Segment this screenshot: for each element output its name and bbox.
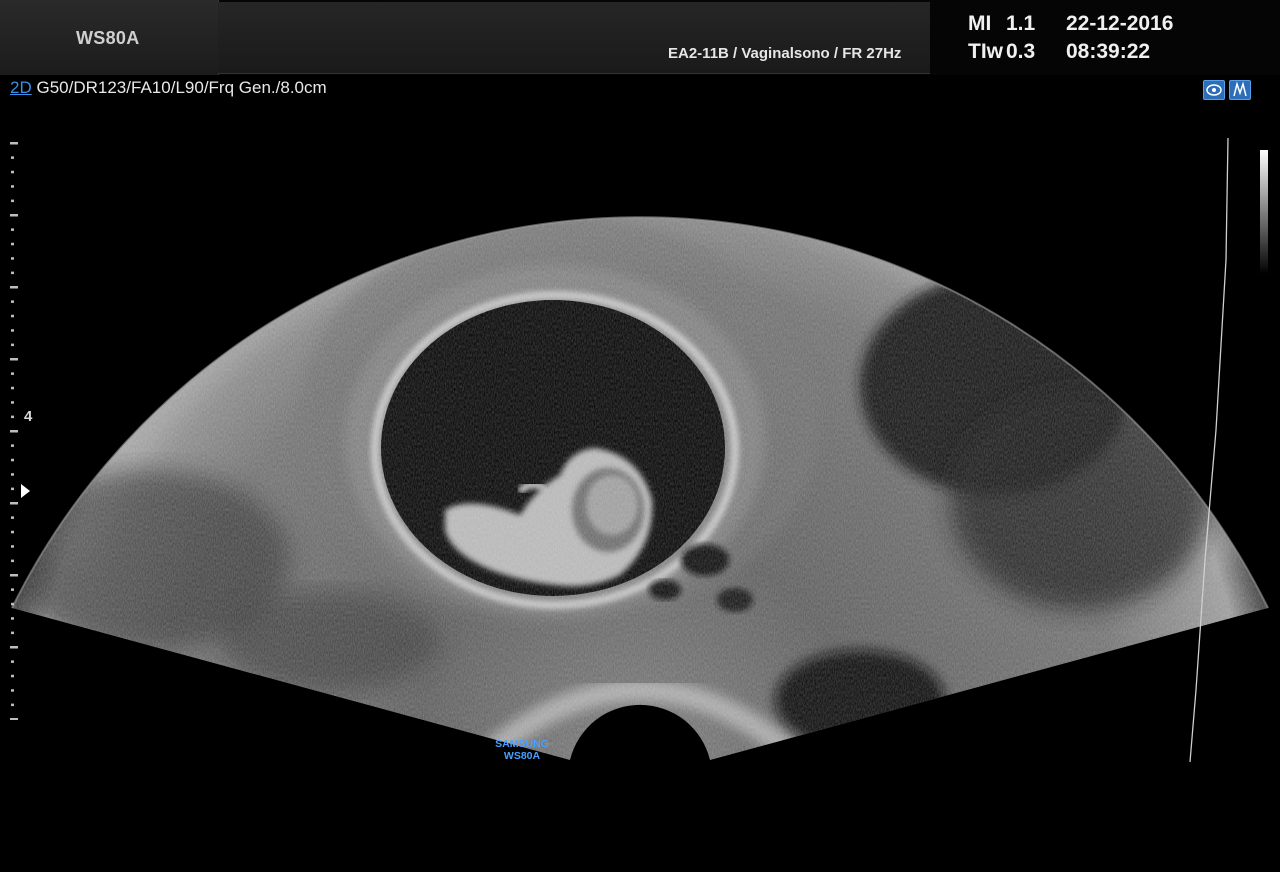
param-depth: 8.0cm: [280, 78, 327, 97]
mode-2d-link[interactable]: 2D: [10, 78, 32, 97]
gray-scale-bar: [1260, 150, 1268, 274]
tl-value: 0.3: [1006, 40, 1036, 63]
depth-tick: [11, 545, 14, 548]
brand-line-2: WS80A: [503, 750, 541, 762]
param-frequency: Frq Gen.: [208, 78, 276, 97]
brand-label: SAMSUNG WS80A: [486, 738, 558, 762]
depth-tick: [11, 401, 14, 404]
depth-tick: [11, 343, 14, 347]
depth-tick: [11, 170, 14, 174]
depth-tick: [11, 473, 14, 476]
depth-tick: [11, 386, 14, 390]
depth-tick: [11, 199, 14, 203]
mi-label: MI: [968, 12, 992, 35]
depth-tick: [11, 602, 14, 606]
depth-tick: [11, 185, 14, 188]
imaging-parameters: 2D G50/DR123/FA10/L90/Frq Gen./8.0cm: [10, 78, 327, 97]
depth-tick: [11, 516, 14, 519]
depth-scale: [10, 142, 18, 720]
depth-tick: [10, 214, 18, 217]
logo-panel: WS80A: [0, 0, 219, 75]
depth-tick: [11, 257, 14, 260]
param-frame-avg: FA10: [131, 78, 171, 97]
depth-tick: [11, 458, 14, 462]
body-marker-icon[interactable]: [1229, 80, 1251, 100]
depth-tick: [11, 631, 14, 635]
depth-tick: [11, 415, 14, 419]
depth-tick: [11, 372, 14, 375]
exam-time: 08:39:22: [1066, 40, 1151, 63]
depth-tick: [11, 703, 14, 707]
depth-tick: [10, 502, 18, 505]
probe-info: EA2-11B / Vaginalsono / FR 27Hz: [668, 45, 902, 62]
depth-tick: [11, 588, 14, 591]
depth-tick: [11, 228, 14, 231]
depth-label: 4: [24, 408, 33, 425]
probe-view-icon[interactable]: [1203, 80, 1225, 100]
depth-tick: [11, 660, 14, 663]
depth-tick: [11, 444, 14, 447]
depth-tick: [11, 674, 14, 678]
depth-tick: [11, 271, 14, 275]
depth-tick: [10, 358, 18, 361]
mi-value: 1.1: [1006, 12, 1036, 35]
depth-tick: [10, 286, 18, 289]
param-dynamic-range: DR123: [73, 78, 127, 97]
depth-tick: [11, 156, 14, 159]
header-bar: WS80A EA2-11B / Vaginalsono / FR 27Hz MI…: [0, 0, 1280, 75]
device-logo: WS80A: [76, 28, 140, 48]
depth-tick: [11, 530, 14, 534]
depth-tick: [10, 142, 18, 145]
exam-date: 22-12-2016: [1066, 12, 1174, 35]
depth-tick: [11, 300, 14, 303]
focus-marker-icon[interactable]: [21, 484, 30, 498]
header-center-panel: [218, 2, 930, 74]
depth-tick: [11, 329, 14, 332]
ultrasound-image: [11, 137, 1269, 763]
depth-tick: [11, 314, 14, 318]
depth-tick: [11, 689, 14, 692]
tl-label: TIw: [968, 40, 1003, 63]
depth-tick: [10, 430, 18, 433]
param-gain: G50: [36, 78, 69, 97]
brand-line-1: SAMSUNG: [495, 738, 549, 750]
depth-tick: [11, 487, 14, 491]
depth-tick: [10, 718, 18, 720]
depth-tick: [10, 646, 18, 649]
depth-tick: [11, 242, 14, 246]
depth-tick: [11, 559, 14, 563]
depth-tick: [11, 617, 14, 620]
depth-tick: [10, 574, 18, 577]
param-line: L90: [175, 78, 204, 97]
